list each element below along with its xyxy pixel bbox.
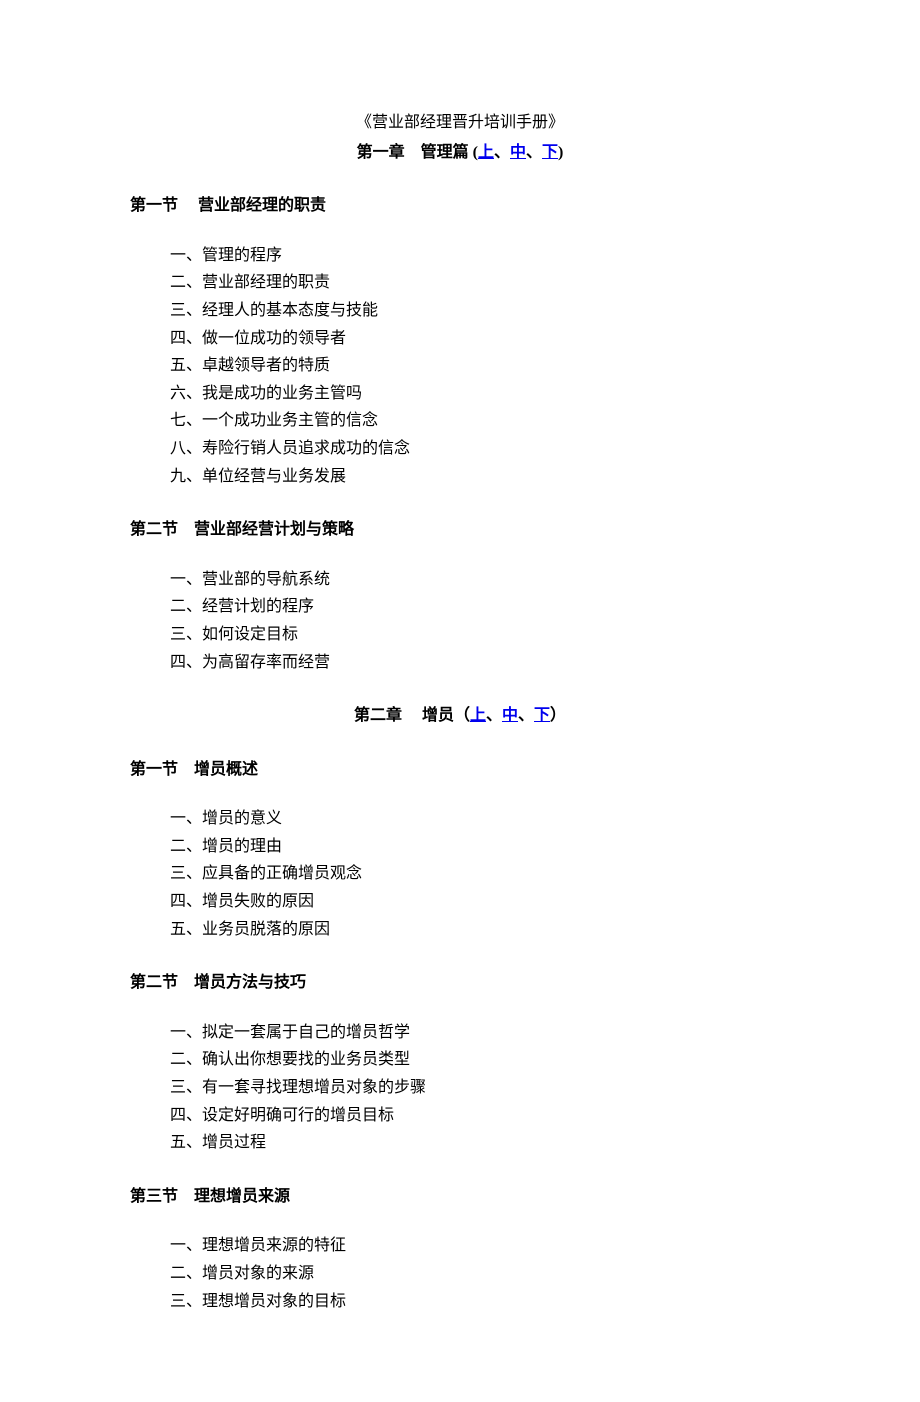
list-item: 二、经营计划的程序 bbox=[170, 594, 790, 620]
list-item: 四、设定好明确可行的增员目标 bbox=[170, 1103, 790, 1129]
section-2-3-items: 一、理想增员来源的特征 二、增员对象的来源 三、理想增员对象的目标 bbox=[170, 1233, 790, 1314]
list-item: 三、应具备的正确增员观念 bbox=[170, 861, 790, 887]
chapter-1-link-middle[interactable]: 中 bbox=[510, 144, 526, 161]
separator: 、 bbox=[494, 144, 510, 161]
chapter-2-prefix: 第二章 增员（ bbox=[354, 707, 470, 724]
list-item: 一、营业部的导航系统 bbox=[170, 567, 790, 593]
list-item: 一、增员的意义 bbox=[170, 806, 790, 832]
chapter-2-suffix: ） bbox=[550, 707, 566, 724]
list-item: 七、一个成功业务主管的信念 bbox=[170, 408, 790, 434]
section-1-1-title: 第一节 营业部经理的职责 bbox=[130, 193, 790, 219]
separator: 、 bbox=[526, 144, 542, 161]
list-item: 八、寿险行销人员追求成功的信念 bbox=[170, 436, 790, 462]
list-item: 一、管理的程序 bbox=[170, 243, 790, 269]
list-item: 五、卓越领导者的特质 bbox=[170, 353, 790, 379]
list-item: 四、为高留存率而经营 bbox=[170, 650, 790, 676]
section-2-1-title: 第一节 增员概述 bbox=[130, 757, 790, 783]
chapter-2-link-upper[interactable]: 上 bbox=[470, 707, 486, 724]
document-title: 《营业部经理晋升培训手册》 bbox=[130, 110, 790, 136]
section-2-2-items: 一、拟定一套属于自己的增员哲学 二、确认出你想要找的业务员类型 三、有一套寻找理… bbox=[170, 1020, 790, 1156]
section-1-2-title: 第二节 营业部经营计划与策略 bbox=[130, 517, 790, 543]
section-1-1-items: 一、管理的程序 二、营业部经理的职责 三、经理人的基本态度与技能 四、做一位成功… bbox=[170, 243, 790, 489]
section-2-3-title: 第三节 理想增员来源 bbox=[130, 1184, 790, 1210]
list-item: 三、经理人的基本态度与技能 bbox=[170, 298, 790, 324]
list-item: 一、理想增员来源的特征 bbox=[170, 1233, 790, 1259]
list-item: 五、业务员脱落的原因 bbox=[170, 917, 790, 943]
list-item: 三、有一套寻找理想增员对象的步骤 bbox=[170, 1075, 790, 1101]
chapter-1-prefix: 第一章 管理篇 ( bbox=[357, 144, 478, 161]
chapter-2-heading: 第二章 增员（上、中、下） bbox=[130, 703, 790, 729]
chapter-1-heading: 第一章 管理篇 (上、中、下) bbox=[130, 140, 790, 166]
list-item: 一、拟定一套属于自己的增员哲学 bbox=[170, 1020, 790, 1046]
list-item: 二、增员对象的来源 bbox=[170, 1261, 790, 1287]
list-item: 三、理想增员对象的目标 bbox=[170, 1289, 790, 1315]
list-item: 六、我是成功的业务主管吗 bbox=[170, 381, 790, 407]
list-item: 三、如何设定目标 bbox=[170, 622, 790, 648]
chapter-1-suffix: ) bbox=[558, 144, 563, 161]
list-item: 二、增员的理由 bbox=[170, 834, 790, 860]
chapter-1-link-lower[interactable]: 下 bbox=[542, 144, 558, 161]
separator: 、 bbox=[518, 707, 534, 724]
chapter-2-link-middle[interactable]: 中 bbox=[502, 707, 518, 724]
list-item: 四、增员失败的原因 bbox=[170, 889, 790, 915]
list-item: 四、做一位成功的领导者 bbox=[170, 326, 790, 352]
section-2-1-items: 一、增员的意义 二、增员的理由 三、应具备的正确增员观念 四、增员失败的原因 五… bbox=[170, 806, 790, 942]
chapter-1-link-upper[interactable]: 上 bbox=[478, 144, 494, 161]
list-item: 五、增员过程 bbox=[170, 1130, 790, 1156]
list-item: 九、单位经营与业务发展 bbox=[170, 464, 790, 490]
section-2-2-title: 第二节 增员方法与技巧 bbox=[130, 970, 790, 996]
chapter-2-link-lower[interactable]: 下 bbox=[534, 707, 550, 724]
section-1-2-items: 一、营业部的导航系统 二、经营计划的程序 三、如何设定目标 四、为高留存率而经营 bbox=[170, 567, 790, 675]
list-item: 二、营业部经理的职责 bbox=[170, 270, 790, 296]
separator: 、 bbox=[486, 707, 502, 724]
list-item: 二、确认出你想要找的业务员类型 bbox=[170, 1047, 790, 1073]
